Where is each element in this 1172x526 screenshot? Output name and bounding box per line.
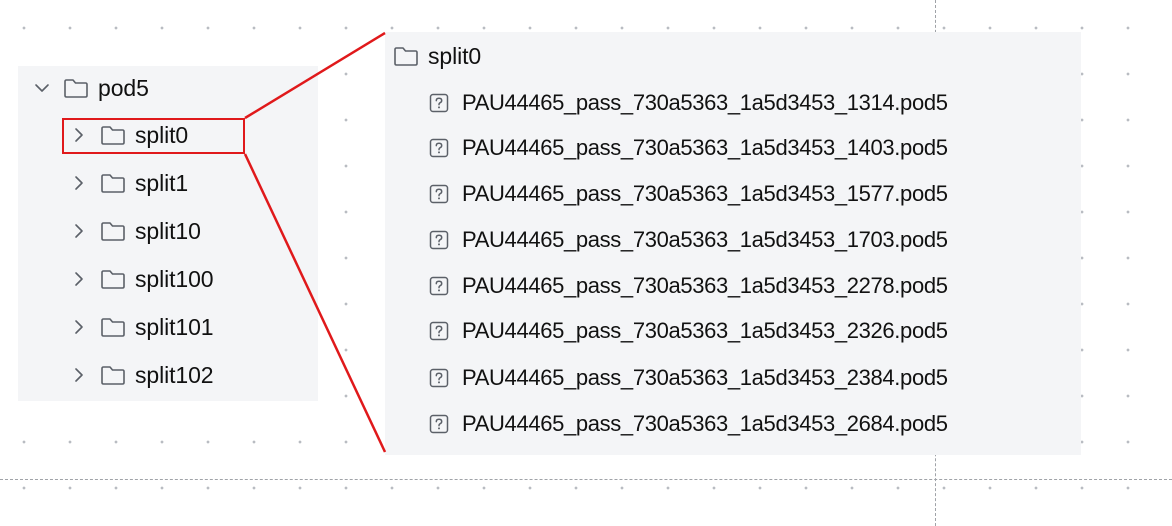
file-row[interactable]: PAU44465_pass_730a5363_1a5d3453_2384.pod… <box>428 363 948 393</box>
folder-icon <box>99 172 127 194</box>
chevron-right-icon[interactable] <box>68 316 90 338</box>
chevron-right-icon[interactable] <box>68 268 90 290</box>
folder-icon <box>99 316 127 338</box>
file-row[interactable]: PAU44465_pass_730a5363_1a5d3453_2684.pod… <box>428 409 948 439</box>
chevron-right-icon[interactable] <box>68 220 90 242</box>
tree-item-split100[interactable]: split100 <box>68 264 214 294</box>
folder-icon <box>62 77 90 99</box>
tree-item-split102[interactable]: split102 <box>68 360 214 390</box>
unknown-file-icon <box>428 229 450 251</box>
tree-item-label: split1 <box>135 170 189 196</box>
file-row[interactable]: PAU44465_pass_730a5363_1a5d3453_2326.pod… <box>428 316 948 346</box>
file-name: PAU44465_pass_730a5363_1a5d3453_2278.pod… <box>462 273 948 298</box>
tree-item-label: split102 <box>135 362 214 388</box>
detail-folder-label: split0 <box>428 43 482 69</box>
file-name: PAU44465_pass_730a5363_1a5d3453_1703.pod… <box>462 227 948 252</box>
unknown-file-icon <box>428 413 450 435</box>
folder-icon <box>392 45 420 67</box>
tree-item-label: split10 <box>135 218 201 244</box>
file-row[interactable]: PAU44465_pass_730a5363_1a5d3453_1314.pod… <box>428 88 948 118</box>
file-name: PAU44465_pass_730a5363_1a5d3453_2384.pod… <box>462 365 948 390</box>
tree-item-label: split0 <box>135 122 189 148</box>
tree-item-label: pod5 <box>98 75 149 101</box>
file-name: PAU44465_pass_730a5363_1a5d3453_1314.pod… <box>462 90 948 115</box>
unknown-file-icon <box>428 92 450 114</box>
chevron-right-icon[interactable] <box>68 172 90 194</box>
file-name: PAU44465_pass_730a5363_1a5d3453_2684.pod… <box>462 411 948 436</box>
horizontal-guide-line <box>0 479 1172 480</box>
chevron-down-icon[interactable] <box>31 77 53 99</box>
file-row[interactable]: PAU44465_pass_730a5363_1a5d3453_2278.pod… <box>428 271 948 301</box>
folder-icon <box>99 268 127 290</box>
folder-contents-panel: split0 PAU44465_pass_730a5363_1a5d3453_1… <box>385 32 1081 455</box>
tree-item-split1[interactable]: split1 <box>68 168 188 198</box>
unknown-file-icon <box>428 183 450 205</box>
folder-tree-panel: pod5 split0 split1 split10 split100 spli… <box>18 66 318 401</box>
unknown-file-icon <box>428 137 450 159</box>
tree-item-split101[interactable]: split101 <box>68 312 214 342</box>
tree-item-split0[interactable]: split0 <box>68 120 188 150</box>
folder-icon <box>99 220 127 242</box>
unknown-file-icon <box>428 367 450 389</box>
detail-folder-header: split0 <box>392 41 481 71</box>
unknown-file-icon <box>428 275 450 297</box>
file-row[interactable]: PAU44465_pass_730a5363_1a5d3453_1703.pod… <box>428 225 948 255</box>
folder-icon <box>99 124 127 146</box>
unknown-file-icon <box>428 320 450 342</box>
tree-item-label: split101 <box>135 314 214 340</box>
file-row[interactable]: PAU44465_pass_730a5363_1a5d3453_1403.pod… <box>428 133 948 163</box>
chevron-right-icon[interactable] <box>68 364 90 386</box>
file-name: PAU44465_pass_730a5363_1a5d3453_1403.pod… <box>462 135 948 160</box>
file-row[interactable]: PAU44465_pass_730a5363_1a5d3453_1577.pod… <box>428 179 948 209</box>
chevron-right-icon[interactable] <box>68 124 90 146</box>
tree-item-split10[interactable]: split10 <box>68 216 201 246</box>
file-name: PAU44465_pass_730a5363_1a5d3453_2326.pod… <box>462 318 948 343</box>
folder-icon <box>99 364 127 386</box>
file-name: PAU44465_pass_730a5363_1a5d3453_1577.pod… <box>462 181 948 206</box>
tree-item-pod5[interactable]: pod5 <box>31 73 149 103</box>
tree-item-label: split100 <box>135 266 214 292</box>
